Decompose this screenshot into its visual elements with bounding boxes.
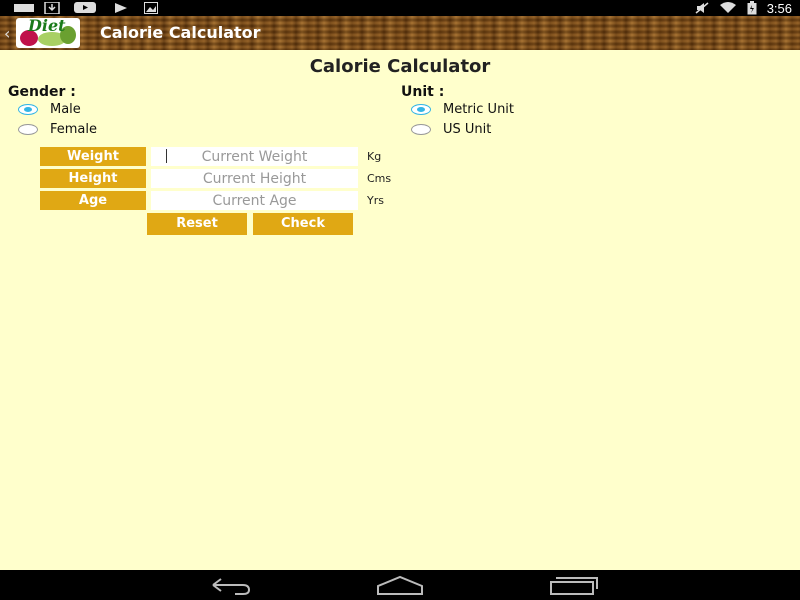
text-cursor — [166, 149, 167, 163]
logo-text: Diet — [28, 18, 66, 35]
action-bar: ‹ Diet Calorie Calculator — [0, 16, 800, 50]
gender-female-option[interactable]: Female — [18, 122, 97, 137]
age-input[interactable] — [151, 191, 358, 210]
status-bar: 3:56 — [0, 0, 800, 16]
age-label: Age — [40, 191, 146, 210]
male-label: Male — [50, 102, 81, 117]
weight-unit: Kg — [367, 150, 382, 163]
weight-label: Weight — [40, 147, 146, 166]
us-label: US Unit — [443, 122, 492, 137]
unit-metric-option[interactable]: Metric Unit — [411, 102, 514, 117]
height-unit: Cms — [367, 172, 392, 185]
download-icon — [44, 2, 60, 14]
age-unit: Yrs — [367, 194, 384, 207]
male-radio[interactable] — [18, 104, 38, 115]
unit-us-option[interactable]: US Unit — [411, 122, 491, 137]
recent-apps-icon[interactable] — [548, 574, 598, 596]
page-title: Calorie Calculator — [309, 56, 491, 77]
weight-input[interactable] — [151, 147, 358, 166]
play-store-icon — [115, 3, 127, 13]
battery-icon — [747, 1, 757, 15]
notification-icon — [14, 4, 34, 12]
female-radio[interactable] — [18, 124, 38, 135]
home-icon[interactable] — [375, 574, 425, 596]
female-label: Female — [50, 122, 98, 137]
navigation-bar — [0, 570, 800, 600]
height-input[interactable] — [151, 169, 358, 188]
status-right: 3:56 — [695, 0, 792, 16]
clock: 3:56 — [766, 0, 792, 16]
app-title: Calorie Calculator — [100, 23, 261, 42]
metric-radio[interactable] — [411, 104, 431, 115]
gallery-icon — [144, 2, 158, 14]
gender-label: Gender : — [8, 84, 76, 100]
gender-male-option[interactable]: Male — [18, 102, 81, 117]
app-logo[interactable]: Diet — [16, 18, 80, 48]
back-icon[interactable] — [205, 574, 255, 596]
mute-icon — [695, 2, 709, 14]
us-radio[interactable] — [411, 124, 431, 135]
check-button[interactable]: Check — [253, 213, 353, 235]
height-label: Height — [40, 169, 146, 188]
reset-button[interactable]: Reset — [147, 213, 247, 235]
metric-label: Metric Unit — [443, 102, 515, 117]
back-chevron-icon[interactable]: ‹ — [4, 24, 10, 43]
unit-label: Unit : — [401, 84, 445, 100]
wifi-icon — [719, 2, 736, 13]
youtube-icon — [74, 2, 96, 13]
